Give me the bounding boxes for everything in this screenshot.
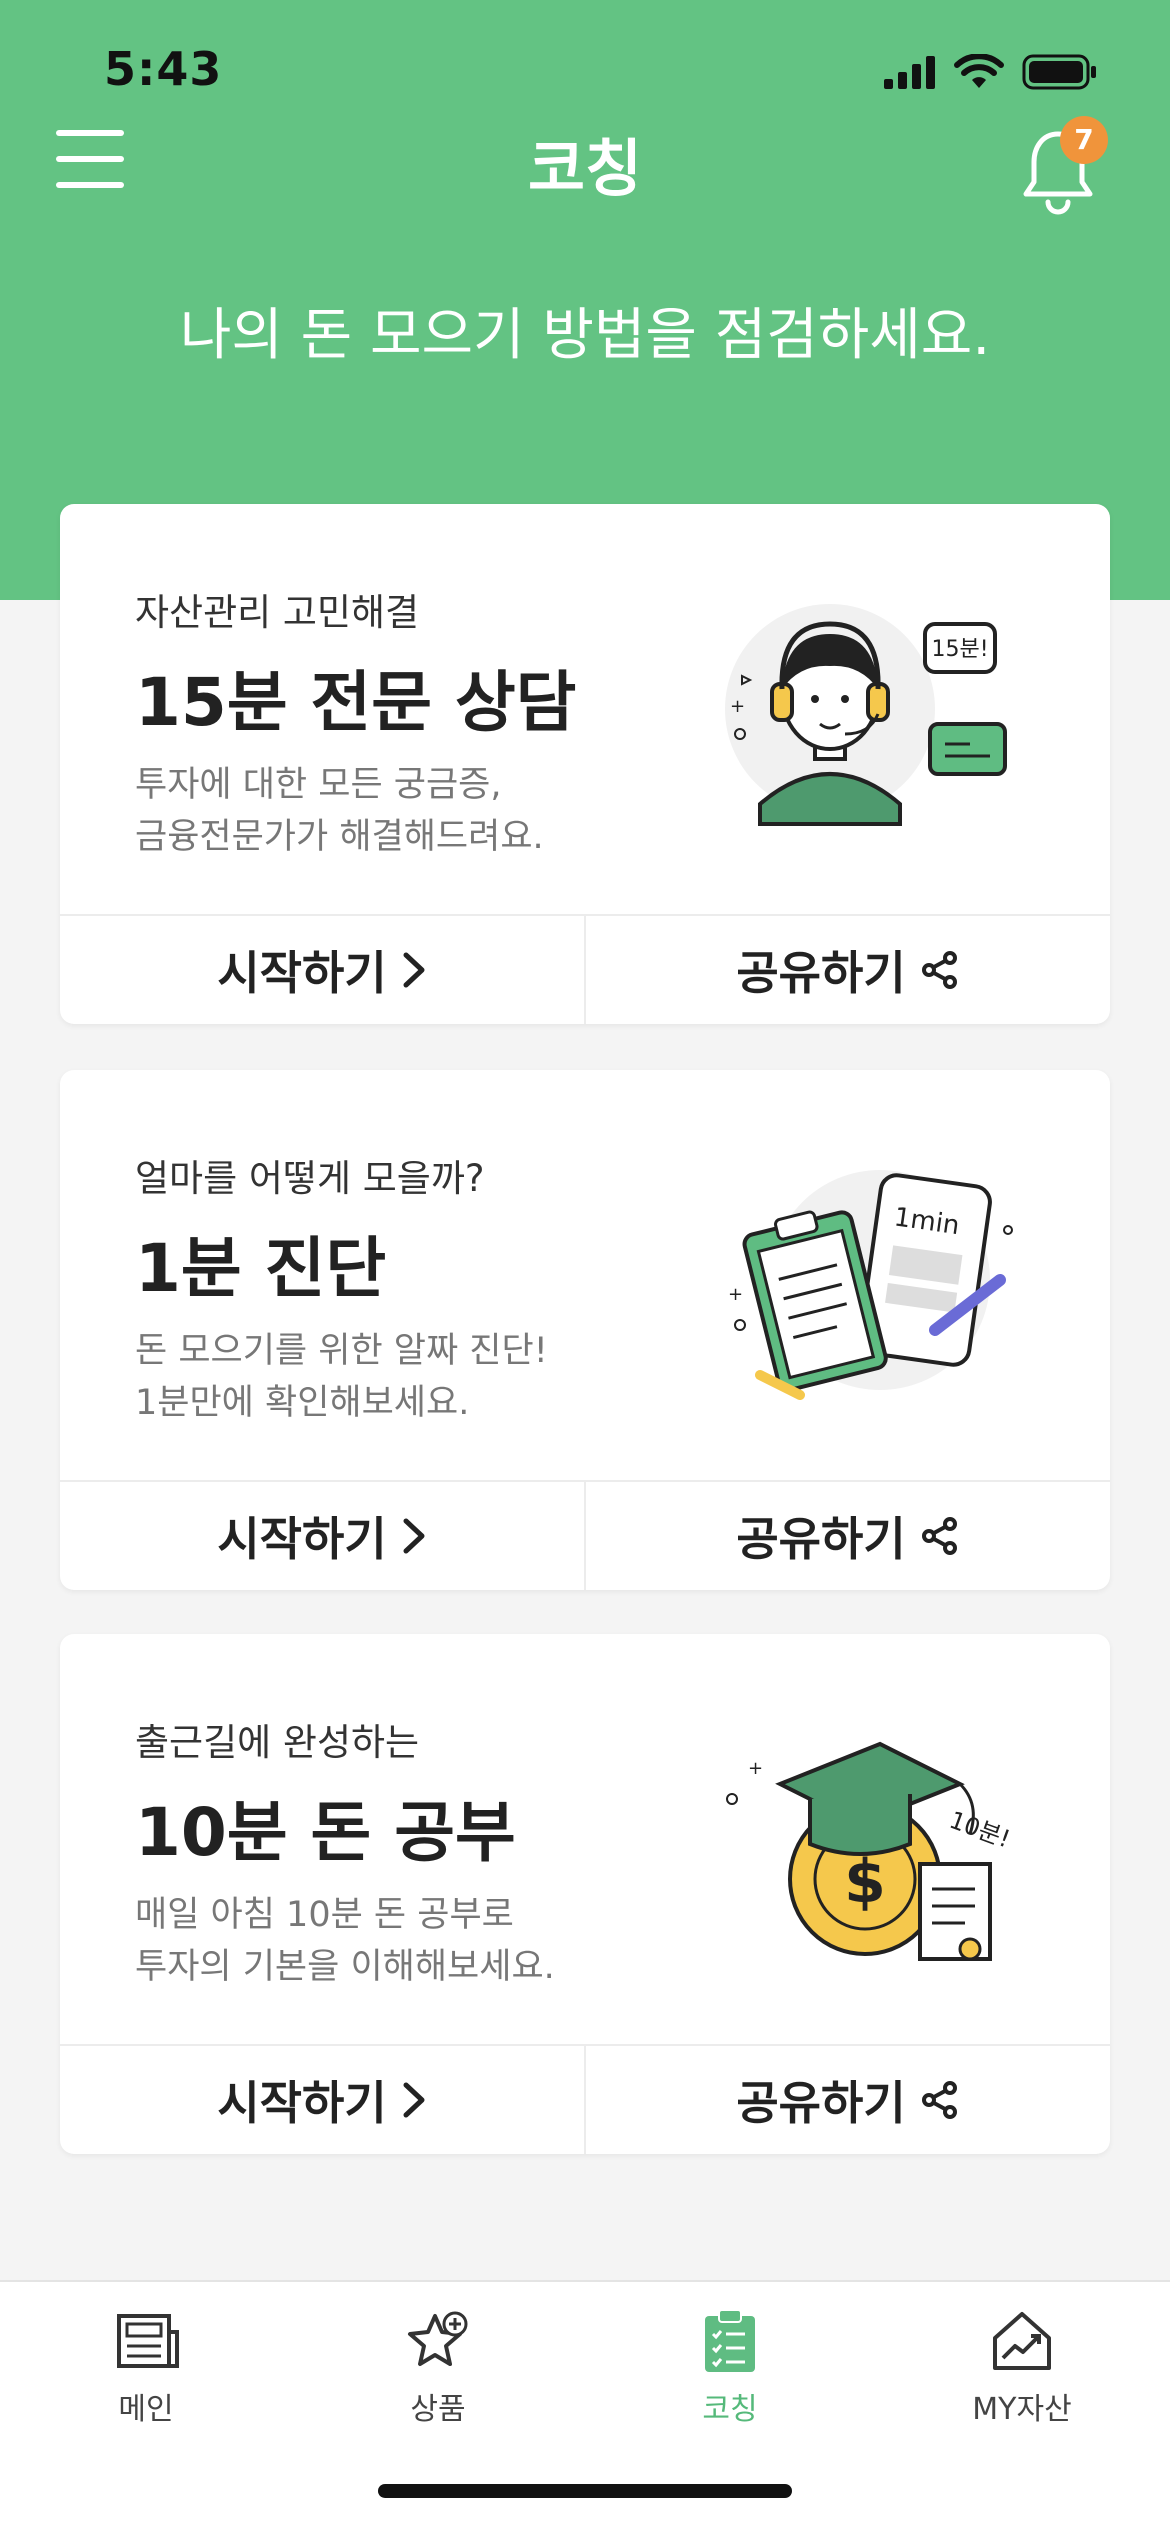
- card-title: 10분 돈 공부: [135, 1794, 516, 1871]
- graduation-coin-illustration: $ 10분! +: [726, 1741, 1014, 1961]
- card-actions: 시작하기 공유하기: [60, 914, 1110, 1024]
- tab-label: 메인: [118, 2392, 174, 2427]
- card-description: 매일 아침 10분 돈 공부로 투자의 기본을 이해해보세요.: [135, 1895, 555, 1987]
- notification-badge: 7: [1060, 116, 1108, 164]
- share-icon: [921, 1517, 957, 1555]
- card-eyebrow: 얼마를 어떻게 모을까?: [135, 1157, 485, 1200]
- svg-text:10분!: 10분!: [946, 1806, 1014, 1854]
- card-description: 돈 모으기를 위한 알짜 진단! 1분만에 확인해보세요.: [135, 1331, 548, 1423]
- card-description: 투자에 대한 모든 궁금증, 금융전문가가 해결해드려요.: [135, 765, 544, 857]
- svg-text:+: +: [728, 1284, 743, 1305]
- house-chart-icon: [993, 2312, 1051, 2370]
- share-button[interactable]: 공유하기: [584, 1482, 1110, 1590]
- status-time: 5:43: [104, 42, 223, 96]
- tab-main[interactable]: 메인: [46, 2306, 246, 2428]
- svg-text:15분!: 15분!: [931, 637, 988, 662]
- share-button[interactable]: 공유하기: [584, 916, 1110, 1024]
- start-button[interactable]: 시작하기: [60, 916, 584, 1024]
- svg-text:$: $: [844, 1847, 886, 1917]
- wifi-icon: [954, 54, 1004, 88]
- share-icon: [921, 2081, 957, 2119]
- coaching-card-consult: 자산관리 고민해결 15분 전문 상담 투자에 대한 모든 궁금증, 금융전문가…: [60, 504, 1110, 1024]
- coaching-card-diagnosis: 얼마를 어떻게 모을까? 1분 진단 돈 모으기를 위한 알짜 진단! 1분만에…: [60, 1070, 1110, 1590]
- coaching-card-study: 출근길에 완성하는 10분 돈 공부 매일 아침 10분 돈 공부로 투자의 기…: [60, 1634, 1110, 2154]
- tab-my-assets[interactable]: MY자산: [922, 2306, 1122, 2428]
- chevron-right-icon: [403, 1518, 425, 1554]
- card-eyebrow: 출근길에 완성하는: [135, 1721, 420, 1764]
- card-title: 15분 전문 상담: [135, 664, 577, 741]
- tab-label: 상품: [410, 2392, 466, 2427]
- tab-label: 코칭: [702, 2392, 758, 2427]
- card-title: 1분 진단: [135, 1230, 387, 1307]
- counselor-headset-illustration: 15분! +: [725, 604, 1007, 826]
- star-plus-icon: [408, 2311, 468, 2366]
- clipboard-list-icon: [705, 2309, 755, 2372]
- battery-icon: [1022, 54, 1096, 90]
- chevron-right-icon: [403, 952, 425, 988]
- page-subtitle: 나의 돈 모으기 방법을 점검하세요.: [179, 303, 991, 368]
- home-indicator: [378, 2484, 792, 2498]
- clipboard-tablet-illustration: 1min +: [728, 1170, 1013, 1400]
- svg-text:+: +: [730, 696, 745, 717]
- share-icon: [921, 951, 957, 989]
- page-title: 코칭: [527, 132, 643, 205]
- tab-coaching[interactable]: 코칭: [630, 2306, 830, 2428]
- tab-products[interactable]: 상품: [338, 2306, 538, 2428]
- tab-label: MY자산: [972, 2392, 1072, 2427]
- card-actions: 시작하기 공유하기: [60, 2044, 1110, 2154]
- app-header: 코칭 7: [0, 110, 1170, 215]
- cellular-signal-icon: [884, 56, 935, 89]
- svg-text:+: +: [748, 1758, 763, 1779]
- start-button[interactable]: 시작하기: [60, 2046, 584, 2154]
- card-eyebrow: 자산관리 고민해결: [135, 591, 420, 634]
- notification-button[interactable]: 7: [1018, 116, 1108, 216]
- chevron-right-icon: [403, 2082, 425, 2118]
- status-icons: [884, 54, 1098, 90]
- share-button[interactable]: 공유하기: [584, 2046, 1110, 2154]
- start-button[interactable]: 시작하기: [60, 1482, 584, 1590]
- card-actions: 시작하기 공유하기: [60, 1480, 1110, 1590]
- newspaper-icon: [117, 2314, 179, 2368]
